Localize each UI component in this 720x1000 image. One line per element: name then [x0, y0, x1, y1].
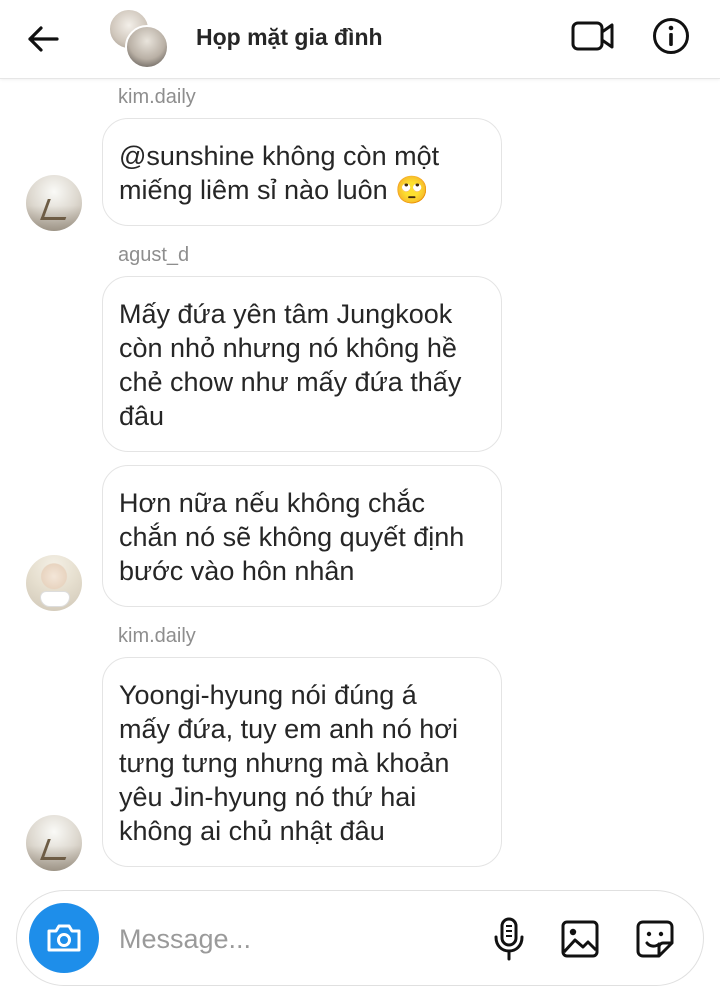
sender-avatar[interactable] — [26, 555, 82, 611]
microphone-icon — [494, 917, 524, 961]
message-sender: agust_d — [118, 244, 190, 266]
group-avatar-member-2 — [125, 25, 169, 69]
sticker-icon — [636, 920, 674, 958]
voice-message-button[interactable] — [487, 915, 531, 963]
gallery-icon — [561, 920, 599, 958]
message-bubble[interactable]: Yoongi-hyung nói đúng á mấy đứa, tuy em … — [102, 657, 502, 867]
sender-avatar[interactable] — [26, 175, 82, 231]
conversation-title[interactable]: Họp mặt gia đình — [196, 24, 383, 51]
message-bubble[interactable]: @sunshine không còn một miếng liêm sỉ nà… — [102, 118, 502, 226]
camera-icon — [47, 924, 81, 952]
message-sender: kim.daily — [118, 86, 196, 108]
info-button[interactable] — [650, 15, 692, 57]
message-bubble[interactable]: Mấy đứa yên tâm Jungkook còn nhỏ nhưng n… — [102, 276, 502, 452]
sticker-button[interactable] — [631, 915, 679, 963]
message-input[interactable] — [117, 913, 481, 965]
video-call-button[interactable] — [570, 16, 616, 56]
sender-avatar[interactable] — [26, 815, 82, 871]
arrow-left-icon — [28, 26, 59, 52]
group-avatar[interactable] — [108, 8, 169, 69]
video-call-icon — [571, 21, 614, 51]
chat-header: Họp mặt gia đình — [0, 0, 720, 79]
info-icon — [653, 18, 689, 54]
message-bubble[interactable]: Hơn nữa nếu không chắc chắn nó sẽ không … — [102, 465, 502, 607]
message-composer — [16, 890, 704, 986]
back-button[interactable] — [22, 18, 64, 60]
gallery-button[interactable] — [557, 915, 603, 963]
camera-button[interactable] — [29, 903, 99, 973]
message-sender: kim.daily — [118, 625, 196, 647]
